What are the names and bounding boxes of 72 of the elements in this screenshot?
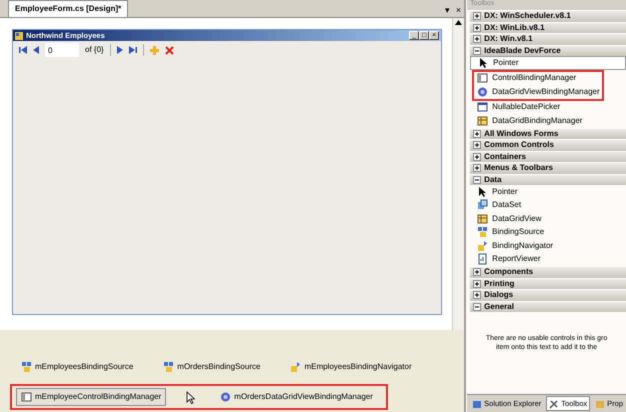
record-count: of {0} [85, 44, 104, 56]
binding-source-icon [21, 361, 32, 373]
calendar-icon [477, 101, 488, 114]
tray-component[interactable]: mEmployeeControlBindingManager [16, 388, 166, 406]
expand-icon[interactable] [473, 24, 482, 32]
toolbox-item[interactable]: Pointer [470, 185, 626, 198]
toolbox-category[interactable]: Dialogs [470, 289, 626, 300]
navigator-icon [477, 240, 488, 252]
expand-icon[interactable] [473, 164, 482, 172]
dataset-icon [477, 199, 488, 212]
tray-component[interactable]: mEmployeesBindingSource [16, 358, 138, 376]
last-record-icon[interactable] [128, 46, 137, 54]
properties-icon [595, 398, 606, 408]
binding-manager-icon [477, 72, 488, 84]
vertical-scrollbar[interactable] [452, 18, 464, 330]
first-record-icon[interactable] [19, 46, 27, 54]
toolbox-item[interactable]: Pointer [470, 56, 626, 70]
report-icon [477, 253, 488, 266]
collapse-icon[interactable] [473, 46, 482, 55]
toolbox-category[interactable]: Printing [470, 278, 626, 289]
expand-icon[interactable] [473, 268, 482, 276]
solution-icon [472, 398, 482, 408]
toolbox-item[interactable]: DataGridView [470, 212, 626, 226]
tray-component[interactable]: mOrdersBindingSource [158, 358, 266, 376]
grid-icon [477, 114, 488, 127]
position-field[interactable]: 0 [45, 43, 79, 57]
toolbox-item[interactable]: ReportViewer [470, 252, 626, 266]
next-record-icon[interactable] [116, 46, 123, 54]
toolbox-category[interactable]: Components [470, 266, 626, 278]
tray-component[interactable]: mOrdersDataGridViewBindingManager [215, 388, 378, 406]
navigator-icon [290, 361, 302, 373]
scroll-up-icon[interactable] [455, 20, 462, 25]
tray-component[interactable]: mEmployeesBindingNavigator [285, 358, 417, 376]
tab-menu-glyph[interactable]: ▾ [442, 4, 453, 17]
mouse-cursor-icon [186, 390, 196, 404]
toolbox-category[interactable]: Containers [470, 150, 626, 162]
toolbox-category[interactable]: IdeaBlade DevForce [470, 44, 626, 56]
toolbox-category[interactable]: General [470, 300, 626, 312]
document-tab[interactable]: EmployeeForm.cs [Design]* [8, 0, 128, 17]
expand-icon[interactable] [473, 280, 482, 288]
toolbox-category[interactable]: DX: WinScheduler.v8.1 [470, 10, 626, 22]
toolbox-item[interactable]: DataGridBindingManager [470, 114, 626, 128]
form-icon [15, 32, 23, 40]
delete-icon[interactable] [164, 46, 174, 54]
expand-icon[interactable] [473, 12, 482, 20]
toolbox-category[interactable]: Common Controls [470, 139, 626, 150]
toolbox-category[interactable]: Data [470, 174, 626, 185]
pointer-icon [477, 186, 488, 198]
binding-source-icon [477, 226, 488, 238]
toolbox-category[interactable]: DX: Win.v8.1 [470, 33, 626, 44]
expand-icon[interactable] [473, 141, 482, 150]
toolbox-category[interactable]: Menus & Toolbars [470, 162, 626, 174]
expand-icon[interactable] [473, 130, 482, 138]
toolbox-item[interactable]: NullableDatePicker [470, 100, 626, 114]
previous-record-icon[interactable] [33, 46, 39, 54]
toolbox-item[interactable]: BindingNavigator [470, 239, 626, 252]
binding-manager-icon [21, 391, 32, 403]
collapse-icon[interactable] [473, 176, 482, 184]
toolbox-category[interactable]: DX: WinLib.v8.1 [470, 22, 626, 33]
expand-icon[interactable] [473, 152, 482, 161]
toolbox-item[interactable]: BindingSource [470, 226, 626, 239]
toolbox-item[interactable]: DataGridViewBindingManager [474, 85, 602, 98]
expand-icon[interactable] [473, 35, 482, 44]
pointer-icon [478, 56, 490, 69]
toolbox-item[interactable]: DataSet [470, 198, 626, 212]
toolbox-category[interactable]: All Windows Forms [470, 128, 626, 139]
grid-icon [477, 212, 488, 225]
expand-icon[interactable] [473, 291, 482, 300]
binding-source-icon [163, 361, 174, 373]
toolbox-item[interactable]: ControlBindingManager [474, 72, 602, 85]
collapse-icon[interactable] [473, 302, 482, 311]
close-glyph[interactable]: × [452, 4, 464, 17]
